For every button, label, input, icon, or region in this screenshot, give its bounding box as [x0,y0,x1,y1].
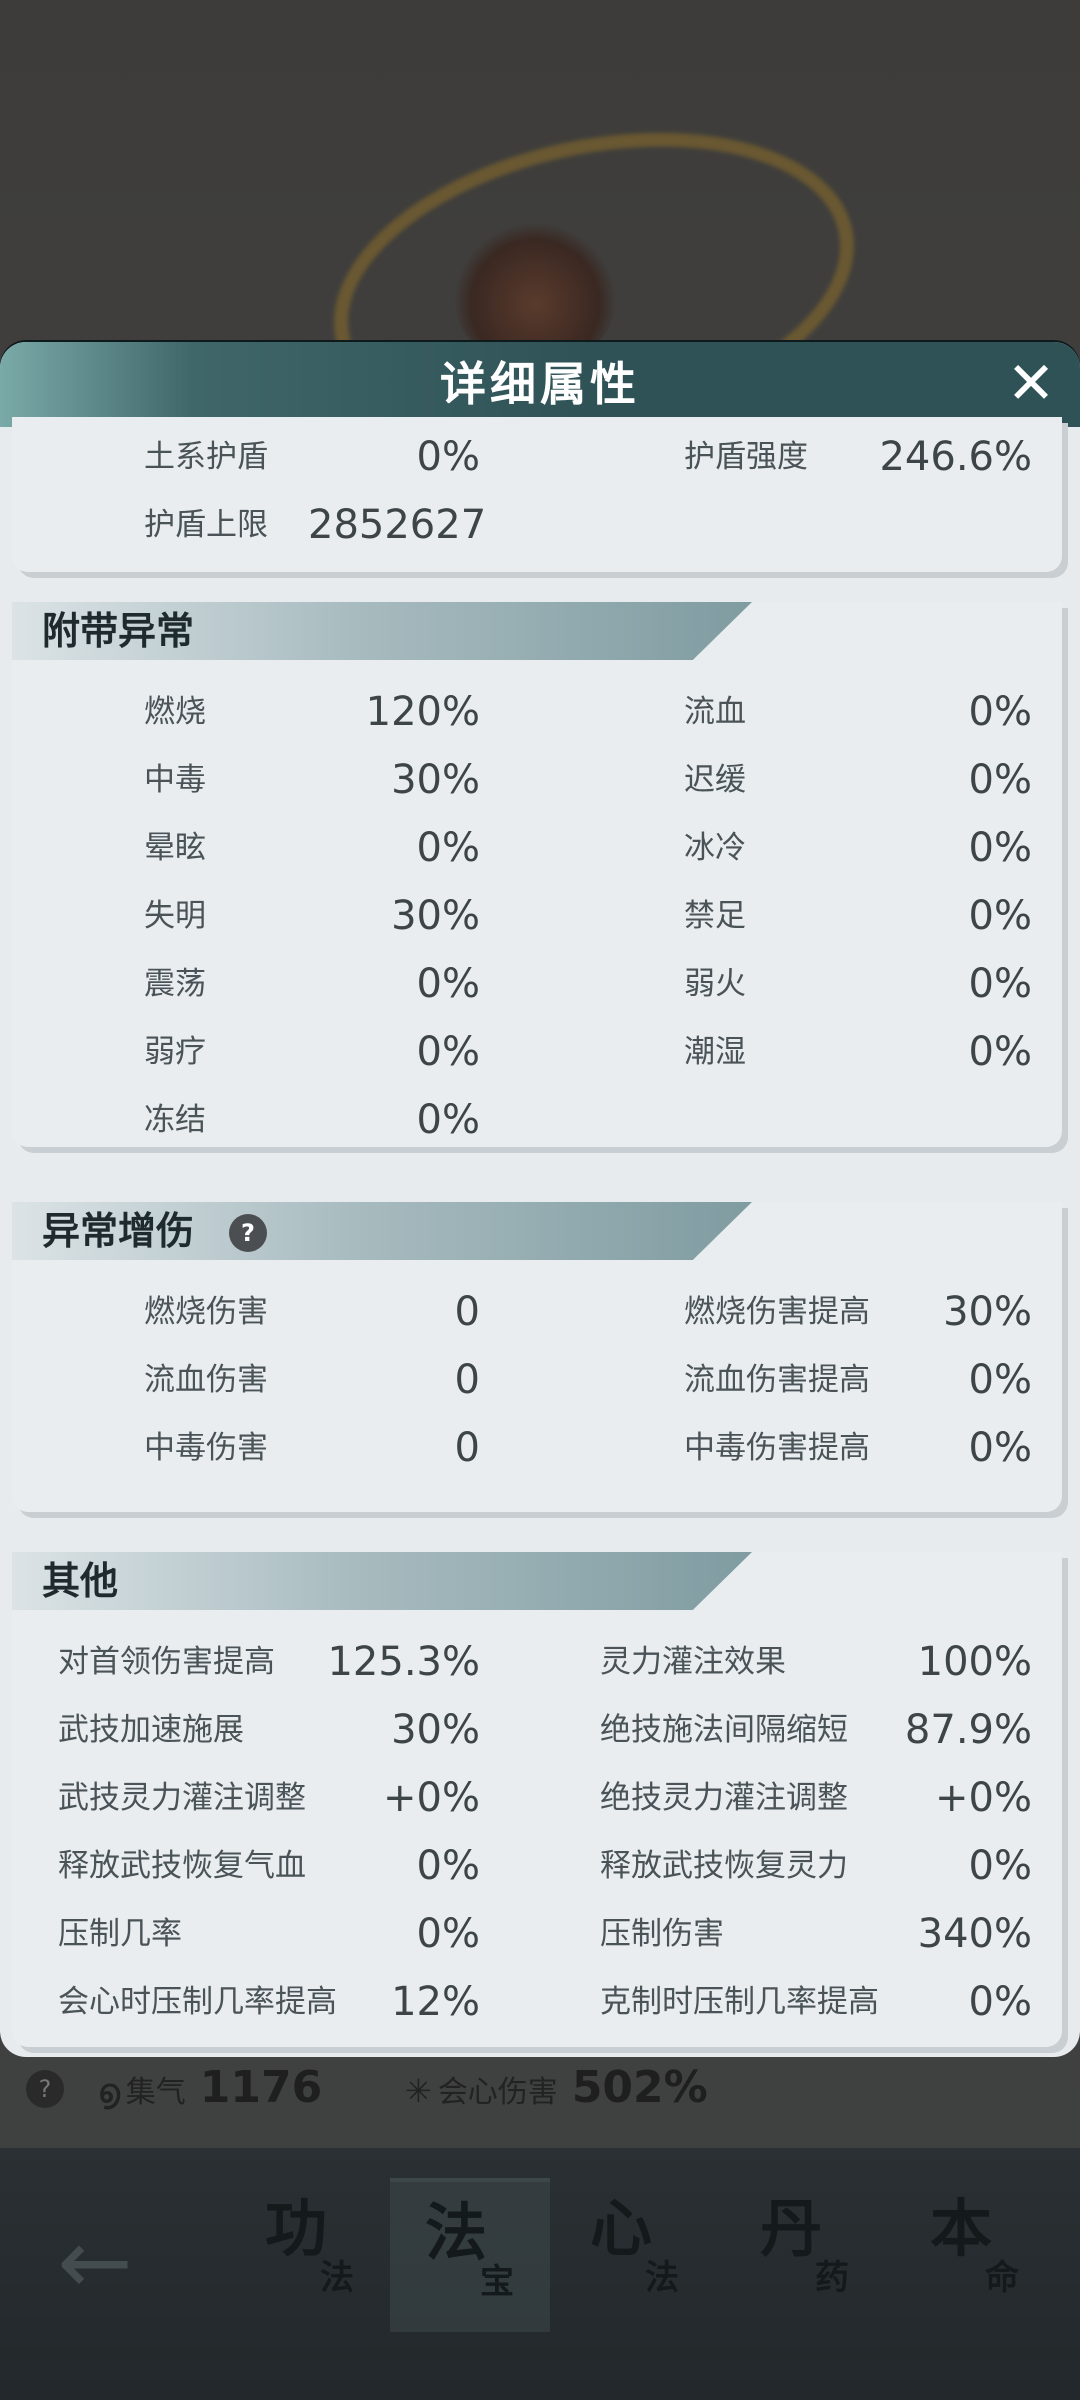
section-title: 异常增伤 [42,1209,195,1253]
abnormal-section: 附带异常 燃烧 120% 流血 0% 中毒 30% 迟缓 0% 晕眩 0% 冰冷… [12,602,1062,1147]
attr-row: 释放武技恢复气血 0% 释放武技恢复灵力 0% [58,1843,1032,1889]
shield-section: 土系护盾 0% 护盾强度 246.6% 护盾上限 2852627 [12,417,1062,572]
panel-body[interactable]: 土系护盾 0% 护盾强度 246.6% 护盾上限 2852627 附带异常 燃烧… [0,417,1080,2057]
attr-row: 会心时压制几率提高 12% 克制时压制几率提高 0% [58,1979,1032,2025]
section-title: 其他 [42,1559,119,1603]
other-section: 其他 对首领伤害提高 125.3% 灵力灌注效果 100% 武技加速施展 30%… [12,1552,1062,2047]
attr-row: 压制几率 0% 压制伤害 340% [58,1911,1032,1957]
attr-row: 中毒伤害 0 中毒伤害提高 0% [144,1425,1032,1471]
attr-row: 震荡 0% 弱火 0% [144,961,1032,1007]
burst-icon: ✳ [405,2072,432,2110]
attr-row: 燃烧 120% 流血 0% [144,689,1032,735]
attr-row: 护盾上限 2852627 [144,502,487,548]
attr-row: 冻结 0% [144,1097,480,1143]
swirl-icon: ൭ [98,2072,120,2110]
attr-row: 土系护盾 0% 护盾强度 246.6% [144,434,1032,480]
section-title: 附带异常 [42,609,195,653]
attr-row: 流血伤害 0 流血伤害提高 0% [144,1357,1032,1403]
attr-row: 武技灵力灌注调整 +0% 绝技灵力灌注调整 +0% [58,1775,1032,1821]
tab-danyao[interactable]: 丹 药 [725,2178,885,2328]
help-icon[interactable]: ? [229,1214,267,1252]
attr-row: 武技加速施展 30% 绝技施法间隔缩短 87.9% [58,1707,1032,1753]
attr-row: 对首领伤害提高 125.3% 灵力灌注效果 100% [58,1639,1032,1685]
crit-stat: ✳ 会心伤害 502% [405,2062,708,2113]
panel-title: 详细属性 [440,357,640,411]
qi-stat: ൭ 集气 1176 [98,2062,323,2113]
close-icon[interactable]: ✕ [1000,352,1062,414]
tab-fabao[interactable]: 法 宝 [390,2178,550,2332]
tab-gongfa[interactable]: 功 法 [230,2178,390,2328]
abnormal-damage-section: 异常增伤 ? 燃烧伤害 0 燃烧伤害提高 30% 流血伤害 0 流血伤害提高 0… [12,1202,1062,1512]
attr-row: 燃烧伤害 0 燃烧伤害提高 30% [144,1289,1032,1335]
back-arrow-icon[interactable]: ← [40,2208,150,2318]
help-icon: ? [26,2070,64,2108]
attr-row: 弱疗 0% 潮湿 0% [144,1029,1032,1075]
attr-row: 晕眩 0% 冰冷 0% [144,825,1032,871]
bottom-nav: ← 功 法 法 宝 心 法 丹 药 本 命 [0,2148,1080,2400]
attr-row: 中毒 30% 迟缓 0% [144,757,1032,803]
artifact-image [455,220,615,360]
tab-xinfa[interactable]: 心 法 [555,2178,715,2328]
detail-attributes-panel: 详细属性 ✕ 土系护盾 0% 护盾强度 246.6% 护盾上限 2852627 … [0,342,1080,2057]
tab-benming[interactable]: 本 命 [895,2178,1055,2328]
section-header [12,1552,752,1610]
attr-row: 失明 30% 禁足 0% [144,893,1032,939]
